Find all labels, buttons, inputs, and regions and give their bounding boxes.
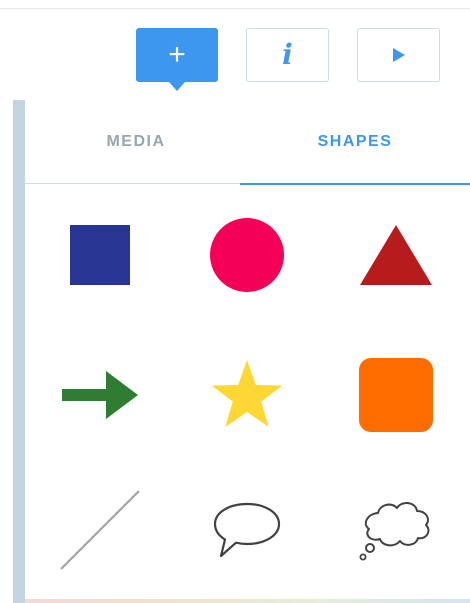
- speech-bubble-icon: [213, 502, 281, 558]
- shape-triangle[interactable]: [331, 190, 461, 320]
- thought-bubble-icon: [359, 502, 430, 561]
- panel-left-edge: [13, 100, 25, 603]
- shape-square[interactable]: [35, 190, 165, 320]
- tab-media[interactable]: MEDIA: [25, 100, 247, 184]
- tab-shapes[interactable]: SHAPES: [240, 100, 470, 185]
- line-icon: [60, 490, 140, 570]
- shape-line[interactable]: [35, 465, 165, 595]
- shape-rounded-square[interactable]: [331, 330, 461, 460]
- bottom-gradient-strip: [25, 599, 470, 603]
- star-icon: [211, 360, 283, 427]
- play-icon: [392, 48, 405, 62]
- shape-circle[interactable]: [182, 190, 312, 320]
- info-button[interactable]: i: [246, 28, 329, 82]
- play-button[interactable]: [357, 28, 440, 82]
- top-divider: [0, 8, 470, 9]
- info-icon: i: [282, 38, 293, 71]
- arrow-icon: [62, 371, 138, 419]
- square-icon: [70, 225, 130, 285]
- add-button[interactable]: +: [136, 28, 218, 91]
- active-pointer: [169, 82, 185, 91]
- plus-icon: +: [168, 38, 186, 71]
- shape-thought-bubble[interactable]: [331, 465, 461, 595]
- shape-arrow[interactable]: [35, 330, 165, 460]
- panel-tabs: MEDIA SHAPES: [25, 100, 470, 185]
- shape-speech-bubble[interactable]: [182, 465, 312, 595]
- triangle-icon: [360, 225, 432, 285]
- shape-star[interactable]: [182, 330, 312, 460]
- rounded-square-icon: [359, 358, 433, 432]
- circle-icon: [210, 218, 284, 292]
- active-tab-underline: [240, 183, 470, 185]
- tab-shapes-label: SHAPES: [317, 133, 393, 150]
